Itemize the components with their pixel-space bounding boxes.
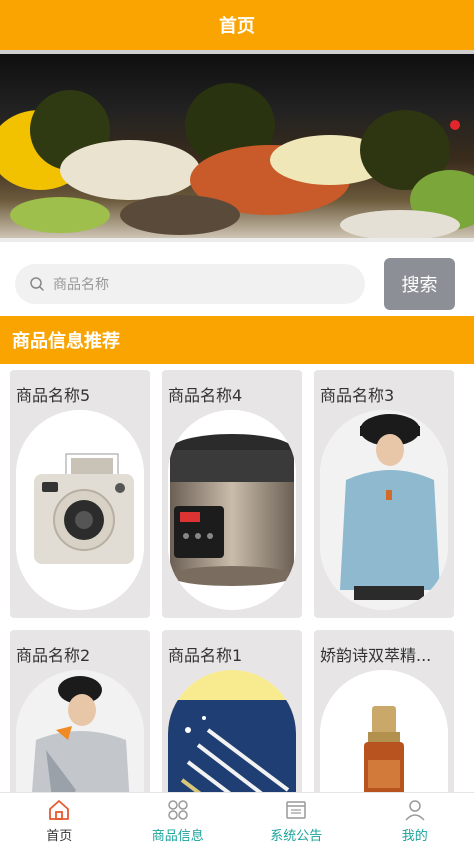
grid-icon [168,800,188,820]
product-name: 商品名称5 [16,386,91,405]
tab-label: 我的 [401,829,428,844]
product-grid: 商品名称5 商品名称4 商品名称3 商品名称2 商品名称1 娇韵诗双萃精... [0,364,474,792]
bottom-tab-bar: 首页 商品信息 系统公告 我的 [0,792,474,849]
instant-camera-image [16,410,144,610]
product-image [16,410,144,610]
user-icon [405,800,425,821]
tab-home[interactable]: 首页 [0,793,119,849]
top-navigation-bar: 首页 [0,0,474,50]
product-card[interactable]: 娇韵诗双萃精... [314,630,454,792]
banner-image[interactable] [0,50,474,242]
product-card[interactable]: 商品名称4 [162,370,302,618]
product-card[interactable]: 商品名称5 [10,370,150,618]
tab-label: 商品信息 [151,829,204,844]
product-name: 商品名称1 [168,646,243,665]
product-name: 娇韵诗双萃精... [320,646,432,665]
product-card[interactable]: 商品名称1 [162,630,302,792]
search-button[interactable]: 搜索 [384,258,455,310]
product-image [320,670,448,792]
serum-bottle-image [320,670,448,792]
search-input[interactable]: 商品名称 [15,264,365,304]
product-name: 商品名称4 [168,386,243,405]
blue-hoodie-model-image [320,410,448,610]
search-placeholder: 商品名称 [53,277,109,293]
makeup-brushes-image [168,670,296,792]
rice-cooker-image [168,410,296,610]
search-icon [30,277,44,291]
tab-label: 系统公告 [270,829,323,844]
home-icon [49,800,70,820]
section-title: 商品信息推荐 [0,316,474,364]
product-card[interactable]: 商品名称2 [10,630,150,792]
product-name: 商品名称3 [320,386,395,405]
page-title: 首页 [219,16,255,37]
tab-products[interactable]: 商品信息 [119,793,238,849]
product-image [320,410,448,610]
search-bar: 商品名称 搜索 [0,242,474,316]
product-image [168,410,296,610]
product-name: 商品名称2 [16,646,91,665]
product-image [168,670,296,792]
tab-profile[interactable]: 我的 [356,793,474,849]
banner-food-illustration [0,50,474,242]
product-card[interactable]: 商品名称3 [314,370,454,618]
tab-announcements[interactable]: 系统公告 [237,793,356,849]
silver-jacket-model-image [16,670,144,792]
tab-label: 首页 [46,829,73,844]
product-image [16,670,144,792]
notice-icon [286,801,306,819]
